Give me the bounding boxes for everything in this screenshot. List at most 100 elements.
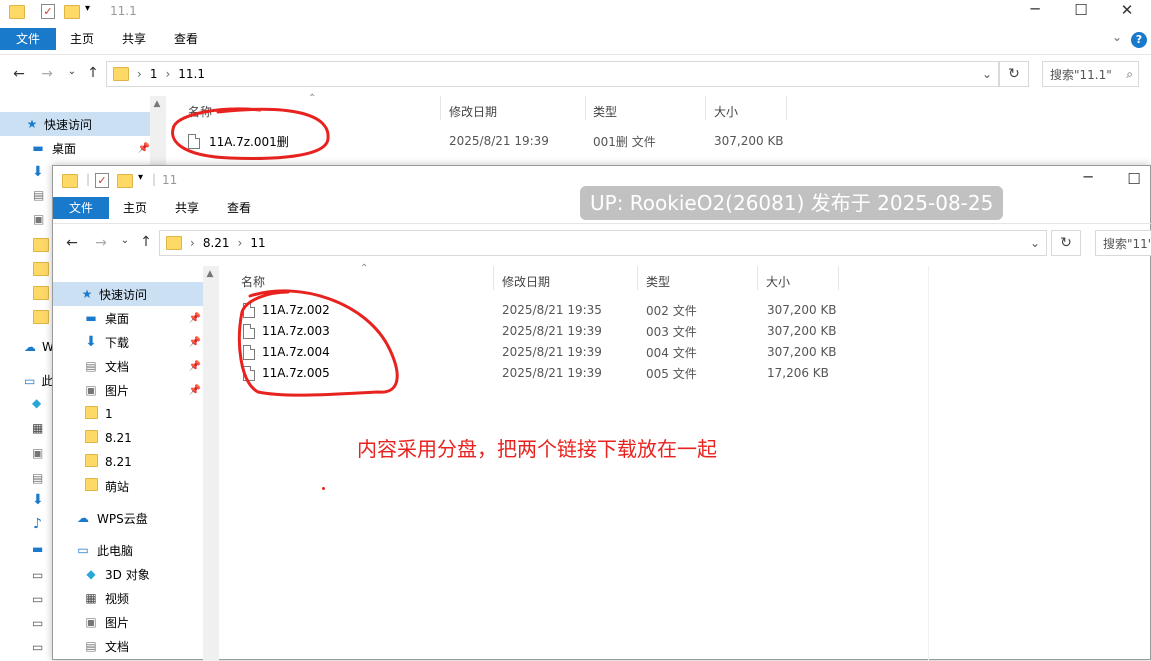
breadcrumb-item[interactable]: 11.1 xyxy=(178,67,205,81)
column-divider[interactable] xyxy=(493,266,494,290)
sidebar-item-this-pc[interactable]: ▭ 此 xyxy=(24,372,53,389)
column-divider[interactable] xyxy=(705,96,706,120)
column-divider[interactable] xyxy=(786,96,787,120)
quick-access-dropdown-icon[interactable]: ▾ xyxy=(85,3,90,14)
sidebar-item-folder-1[interactable]: 1 xyxy=(83,402,201,426)
quick-access-dropdown-icon[interactable]: ▾ xyxy=(138,172,143,183)
back-address-bar[interactable]: › 1 › 11.1 ⌄ xyxy=(106,61,999,87)
tab-home[interactable]: 主页 xyxy=(109,197,161,219)
address-dropdown-icon[interactable]: ⌄ xyxy=(1030,236,1040,250)
properties-icon[interactable]: ✓ xyxy=(41,4,55,19)
front-search-input[interactable]: 搜索"11" xyxy=(1095,230,1151,256)
recent-dropdown-icon[interactable]: ⌄ xyxy=(114,235,136,246)
tab-home[interactable]: 主页 xyxy=(56,28,108,50)
column-type[interactable]: 类型 xyxy=(646,273,670,290)
red-oval-annotation xyxy=(237,289,399,397)
column-date[interactable]: 修改日期 xyxy=(449,103,497,120)
address-dropdown-icon[interactable]: ⌄ xyxy=(982,67,992,81)
pin-icon: 📌 xyxy=(188,360,201,372)
forward-arrow-icon[interactable]: → xyxy=(36,66,58,82)
sidebar-item-quick-access[interactable]: ★ 快速访问 xyxy=(0,112,150,136)
back-arrow-icon[interactable]: ← xyxy=(8,66,30,82)
column-divider[interactable] xyxy=(585,96,586,120)
sidebar-item-desktop[interactable]: ▬ 桌面 📌 xyxy=(83,306,201,330)
tab-share[interactable]: 共享 xyxy=(108,28,160,50)
file-size: 307,200 KB xyxy=(767,303,837,317)
column-date[interactable]: 修改日期 xyxy=(502,273,550,290)
column-size[interactable]: 大小 xyxy=(766,273,790,290)
close-button[interactable]: ✕ xyxy=(1104,1,1150,19)
sidebar-item-folder-821[interactable]: 8.21 xyxy=(83,426,201,450)
sidebar-item-documents[interactable]: ▤ 文档 📌 xyxy=(83,354,201,378)
tab-share[interactable]: 共享 xyxy=(161,197,213,219)
pin-icon: 📌 xyxy=(137,142,150,154)
music-icon: ♪ xyxy=(33,516,42,532)
file-type: 003 文件 xyxy=(646,324,697,339)
back-window-title: 11.1 xyxy=(110,4,137,18)
scroll-up-icon[interactable]: ▲ xyxy=(203,266,217,282)
column-divider[interactable] xyxy=(757,266,758,290)
breadcrumb-item[interactable]: 1 xyxy=(150,67,158,81)
breadcrumb-item[interactable]: 11 xyxy=(250,236,265,250)
desktop-icon: ▬ xyxy=(32,141,44,155)
tab-file[interactable]: 文件 xyxy=(53,197,109,219)
column-divider[interactable] xyxy=(440,96,441,120)
file-date: 2025/8/21 19:39 xyxy=(449,134,549,148)
column-size[interactable]: 大小 xyxy=(714,103,738,120)
breadcrumb-item[interactable]: 8.21 xyxy=(203,236,230,250)
title-separator: | xyxy=(86,172,91,186)
front-window-title: 11 xyxy=(162,173,178,187)
tab-view[interactable]: 查看 xyxy=(160,28,212,50)
search-placeholder: 搜索"11.1" xyxy=(1050,67,1112,82)
sidebar-item-pictures[interactable]: ▣ 图片 📌 xyxy=(83,378,201,402)
sidebar-item-documents-pc[interactable]: ▤ 文档 xyxy=(83,634,201,658)
desktop-icon: ▬ xyxy=(32,542,44,556)
tab-view[interactable]: 查看 xyxy=(213,197,265,219)
maximize-button[interactable]: ☐ xyxy=(1111,170,1151,188)
sidebar-item-label: 快速访问 xyxy=(44,117,93,132)
sidebar-scrollbar[interactable]: ▲ xyxy=(203,266,219,661)
recent-dropdown-icon[interactable]: ⌄ xyxy=(61,66,83,77)
sidebar-item-quick-access[interactable]: ★ 快速访问 xyxy=(53,282,203,306)
sidebar-item-label: 视频 xyxy=(105,591,130,606)
front-address-bar[interactable]: › 8.21 › 11 ⌄ xyxy=(159,230,1047,256)
help-icon[interactable]: ? xyxy=(1131,32,1147,48)
sidebar-item-wps[interactable]: ☁ W xyxy=(24,340,54,354)
properties-icon[interactable]: ✓ xyxy=(95,173,109,188)
folder-icon xyxy=(84,454,98,467)
sidebar-item-downloads[interactable]: ⬇ 下载 📌 xyxy=(83,330,201,354)
refresh-button[interactable]: ↻ xyxy=(1051,230,1081,256)
sidebar-item-this-pc[interactable]: ▭ 此电脑 xyxy=(75,538,201,562)
back-arrow-icon[interactable]: ← xyxy=(61,235,83,251)
sidebar-item-desktop[interactable]: ▬ 桌面 📌 xyxy=(30,136,150,160)
pin-icon: 📌 xyxy=(188,312,201,324)
star-icon: ★ xyxy=(81,287,93,301)
column-divider[interactable] xyxy=(838,266,839,290)
sidebar-item-folder-821-b[interactable]: 8.21 xyxy=(83,450,201,474)
minimize-button[interactable]: ─ xyxy=(1012,0,1058,18)
tab-file[interactable]: 文件 xyxy=(0,28,56,50)
back-search-input[interactable]: 搜索"11.1" ⌕ xyxy=(1042,61,1139,87)
new-folder-icon[interactable] xyxy=(64,5,80,19)
ribbon-expand-icon[interactable]: ⌄ xyxy=(1112,30,1122,44)
picture-icon: ▣ xyxy=(33,212,45,226)
computer-icon: ▭ xyxy=(24,373,36,388)
forward-arrow-icon[interactable]: → xyxy=(90,235,112,251)
new-folder-icon[interactable] xyxy=(117,174,133,188)
sidebar-item-videos[interactable]: ▦ 视频 xyxy=(83,586,201,610)
up-arrow-icon[interactable]: ↑ xyxy=(82,65,104,81)
maximize-button[interactable]: ☐ xyxy=(1058,1,1104,19)
sidebar-item-mengzhan[interactable]: 萌站 xyxy=(83,474,201,498)
sidebar-item-wps-cloud[interactable]: ☁ WPS云盘 xyxy=(75,506,201,530)
minimize-button[interactable]: ─ xyxy=(1065,168,1111,186)
column-divider[interactable] xyxy=(637,266,638,290)
sidebar-item-3d-objects[interactable]: ◆ 3D 对象 xyxy=(83,562,201,586)
chevron-right-icon: › xyxy=(190,236,195,250)
up-arrow-icon[interactable]: ↑ xyxy=(135,234,157,250)
document-icon: ▤ xyxy=(85,639,97,653)
column-type[interactable]: 类型 xyxy=(593,103,617,120)
file-size: 17,206 KB xyxy=(767,366,829,380)
sidebar-item-pictures-pc[interactable]: ▣ 图片 xyxy=(83,610,201,634)
refresh-button[interactable]: ↻ xyxy=(999,61,1029,87)
folder-icon xyxy=(9,5,25,19)
